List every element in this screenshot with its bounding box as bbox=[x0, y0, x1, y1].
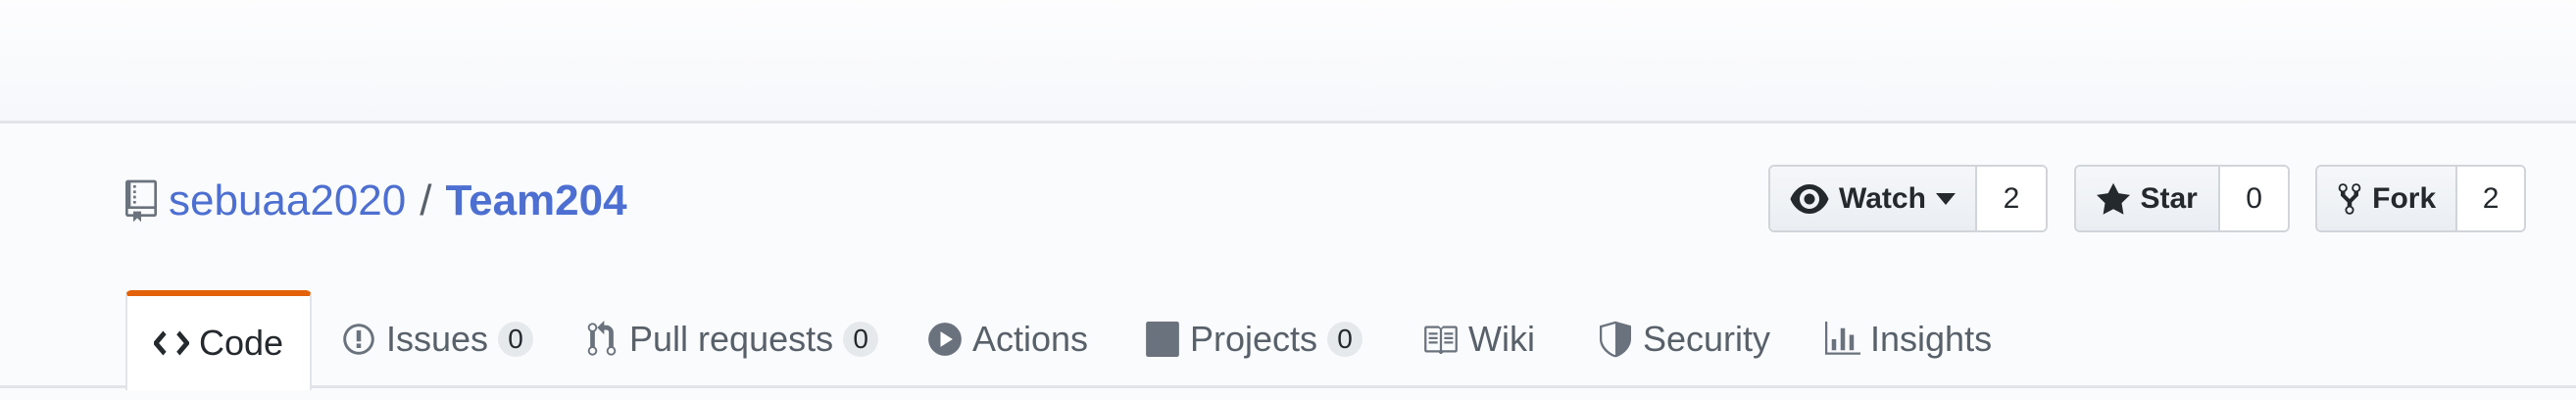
shield-icon bbox=[1598, 320, 1633, 359]
star-count[interactable]: 0 bbox=[2220, 167, 2288, 230]
tab-wiki[interactable]: Wiki bbox=[1423, 290, 1535, 388]
repo-path-separator: / bbox=[420, 176, 432, 225]
tab-wiki-label: Wiki bbox=[1468, 319, 1535, 359]
pull-requests-counter: 0 bbox=[843, 322, 879, 357]
tab-security-label: Security bbox=[1643, 319, 1771, 359]
tab-actions-label: Actions bbox=[972, 319, 1089, 359]
fork-button-group: Fork 2 bbox=[2315, 165, 2526, 232]
issues-counter: 0 bbox=[498, 322, 534, 357]
star-label: Star bbox=[2140, 181, 2198, 215]
fork-label: Fork bbox=[2372, 181, 2437, 215]
fork-button[interactable]: Fork bbox=[2317, 167, 2458, 230]
project-icon bbox=[1145, 320, 1180, 359]
pull-request-icon bbox=[584, 320, 619, 359]
play-icon bbox=[927, 320, 963, 359]
star-icon bbox=[2097, 182, 2131, 216]
top-banner bbox=[0, 0, 2576, 124]
tab-code-label: Code bbox=[198, 323, 284, 363]
tab-issues-label: Issues bbox=[386, 319, 489, 359]
repo-owner-link[interactable]: sebuaa2020 bbox=[169, 179, 406, 223]
book-icon bbox=[1423, 320, 1459, 359]
fork-icon bbox=[2337, 181, 2362, 217]
watch-label: Watch bbox=[1839, 181, 1926, 215]
fork-count[interactable]: 2 bbox=[2457, 167, 2524, 230]
watch-count[interactable]: 2 bbox=[1977, 167, 2046, 230]
issue-icon bbox=[341, 320, 376, 359]
tab-issues[interactable]: Issues 0 bbox=[341, 290, 534, 388]
repo-icon bbox=[125, 179, 157, 223]
tab-pull-requests[interactable]: Pull requests 0 bbox=[584, 290, 879, 388]
tab-security[interactable]: Security bbox=[1598, 290, 1770, 388]
watch-button-group: Watch 2 bbox=[1768, 165, 2048, 232]
tab-projects[interactable]: Projects 0 bbox=[1145, 290, 1363, 388]
code-icon bbox=[153, 324, 189, 363]
projects-counter: 0 bbox=[1327, 322, 1363, 357]
tab-insights[interactable]: Insights bbox=[1825, 290, 1992, 388]
star-button-group: Star 0 bbox=[2074, 165, 2290, 232]
repo-nav-tabs: Code Issues 0 Pull requests 0 Actions Pr… bbox=[0, 290, 2576, 400]
tab-insights-label: Insights bbox=[1870, 319, 1993, 359]
watch-button[interactable]: Watch bbox=[1770, 167, 1977, 230]
graph-icon bbox=[1825, 320, 1860, 359]
repo-title: sebuaa2020 / Team204 bbox=[125, 167, 627, 235]
tab-code[interactable]: Code bbox=[125, 290, 312, 390]
eye-icon bbox=[1790, 183, 1829, 214]
tab-actions[interactable]: Actions bbox=[927, 290, 1088, 388]
tab-projects-label: Projects bbox=[1190, 319, 1318, 359]
caret-down-icon bbox=[1935, 192, 1956, 205]
tab-pull-requests-label: Pull requests bbox=[629, 319, 834, 359]
star-button[interactable]: Star bbox=[2076, 167, 2221, 230]
repo-name-link[interactable]: Team204 bbox=[445, 179, 626, 223]
